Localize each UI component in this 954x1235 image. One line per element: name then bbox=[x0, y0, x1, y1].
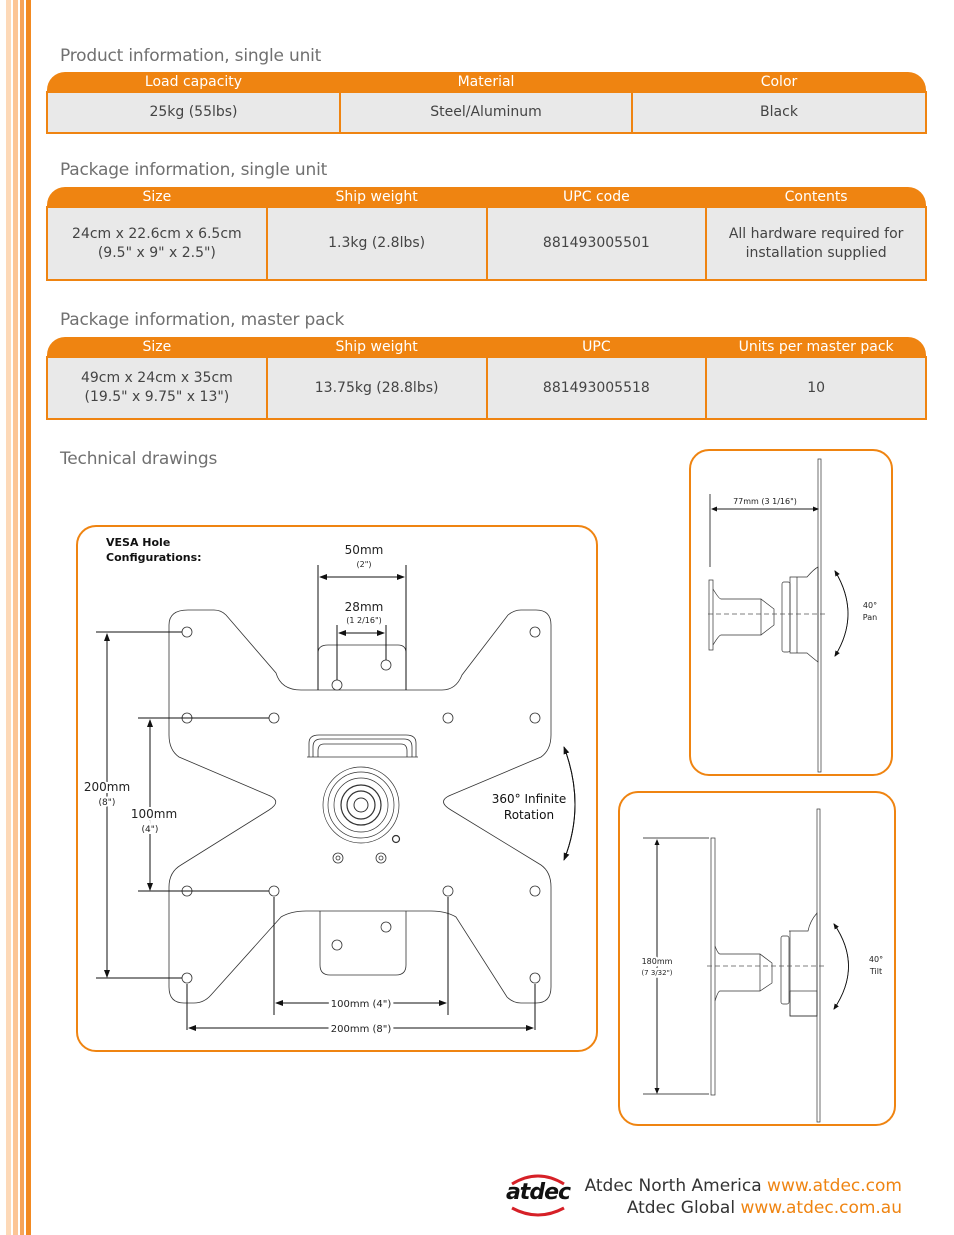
table-cell: All hardware required for installation su… bbox=[705, 206, 927, 281]
footer-north-america: Atdec North America www.atdec.com bbox=[585, 1176, 902, 1196]
table-cell: 10 bbox=[705, 356, 927, 420]
vesa-hole bbox=[268, 712, 280, 724]
dim-label-200mm-h: 200mm (8") bbox=[331, 1024, 392, 1035]
vesa-hole bbox=[181, 972, 193, 984]
vesa-hole bbox=[529, 712, 541, 724]
table-cell: 13.75kg (28.8lbs) bbox=[265, 356, 488, 420]
cell-line: installation supplied bbox=[745, 244, 887, 261]
dim-label-200mm-v-in: (8") bbox=[99, 798, 116, 808]
logo-text: atdec bbox=[505, 1180, 571, 1205]
vesa-heading: VESA Hole bbox=[106, 536, 170, 549]
vesa-hole bbox=[442, 885, 454, 897]
decorative-stripe bbox=[26, 0, 31, 1235]
vesa-hole bbox=[181, 626, 193, 638]
rotation-label: Rotation bbox=[504, 808, 554, 822]
vesa-hole bbox=[529, 972, 541, 984]
footer-label: Atdec North America bbox=[584, 1176, 762, 1196]
table-header: Contents bbox=[706, 187, 926, 207]
dim-label-50mm-in: (2") bbox=[356, 560, 371, 569]
table-cell: Black bbox=[631, 91, 927, 134]
dim-label-28mm: 28mm bbox=[345, 600, 384, 614]
table-header: Ship weight bbox=[266, 187, 487, 207]
footer-link-global[interactable]: www.atdec.com.au bbox=[740, 1198, 902, 1218]
table-header: UPC code bbox=[486, 187, 707, 207]
table-header: Size bbox=[47, 337, 267, 357]
table-cell: 49cm x 24cm x 35cm (19.5" x 9.75" x 13") bbox=[46, 356, 268, 420]
decorative-stripe bbox=[13, 0, 18, 1235]
mount-plate-outline bbox=[168, 609, 552, 1004]
technical-drawings-title: Technical drawings bbox=[60, 449, 218, 469]
dim-label-50mm: 50mm bbox=[345, 543, 384, 557]
dim-label-100mm-v: 100mm bbox=[131, 807, 177, 821]
pan-angle: 40° bbox=[863, 601, 877, 610]
vesa-drawing: VESA Hole Configurations: 50mm (2") 28mm… bbox=[82, 536, 576, 1038]
dim-label-100mm-v-in: (4") bbox=[142, 825, 159, 835]
package-master-table: Size Ship weight UPC Units per master pa… bbox=[46, 337, 927, 420]
table-row: 24cm x 22.6cm x 6.5cm (9.5" x 9" x 2.5") … bbox=[46, 206, 927, 281]
decorative-stripe bbox=[20, 0, 24, 1235]
table-cell: Steel/Aluminum bbox=[339, 91, 633, 134]
decorative-stripe bbox=[6, 0, 11, 1235]
footer-label: Atdec Global bbox=[626, 1198, 736, 1218]
cell-line: (9.5" x 9" x 2.5") bbox=[97, 244, 216, 261]
table-cell: 1.3kg (2.8lbs) bbox=[265, 206, 488, 281]
table-cell: 881493005501 bbox=[485, 206, 708, 281]
product-info-table: Load capacity Material Color 25kg (55lbs… bbox=[46, 72, 927, 134]
table-header: Color bbox=[632, 72, 926, 92]
handle-outline bbox=[307, 734, 418, 758]
vesa-heading: Configurations: bbox=[106, 551, 202, 564]
table-cell: 25kg (55lbs) bbox=[46, 91, 341, 134]
dimension-lines bbox=[643, 837, 849, 1095]
tilt-side-view bbox=[710, 808, 821, 1123]
table-row: 49cm x 24cm x 35cm (19.5" x 9.75" x 13") … bbox=[46, 356, 927, 420]
rotation-label: 360° Infinite bbox=[492, 792, 566, 806]
dimension-lines bbox=[709, 494, 849, 657]
package-single-title: Package information, single unit bbox=[60, 160, 328, 180]
table-header: Size bbox=[47, 187, 267, 207]
vesa-hole bbox=[529, 885, 541, 897]
package-master-title: Package information, master pack bbox=[60, 310, 345, 330]
package-single-table: Size Ship weight UPC code Contents 24cm … bbox=[46, 187, 927, 281]
cell-line: (19.5" x 9.75" x 13") bbox=[84, 389, 230, 405]
dim-label-180mm-in: (7 3/32") bbox=[641, 969, 672, 977]
atdec-logo: atdec bbox=[498, 1170, 578, 1220]
dim-label-77mm: 77mm (3 1/16") bbox=[733, 497, 797, 506]
vesa-holes bbox=[181, 626, 541, 984]
tilt-angle: 40° bbox=[869, 955, 883, 964]
vesa-drawing-panel: VESA Hole Configurations: 50mm (2") 28mm… bbox=[76, 525, 598, 1052]
vesa-hole bbox=[331, 939, 343, 951]
table-header: Material bbox=[340, 72, 632, 92]
top-tab-outline bbox=[317, 644, 407, 690]
vesa-hole bbox=[380, 659, 392, 671]
table-header: Ship weight bbox=[266, 337, 487, 357]
pan-label: Pan bbox=[863, 613, 877, 622]
vesa-hole bbox=[529, 626, 541, 638]
footer-global: Atdec Global www.atdec.com.au bbox=[627, 1198, 902, 1218]
pan-drawing: 77mm (3 1/16") 40° Pan bbox=[708, 458, 877, 773]
table-cell: 24cm x 22.6cm x 6.5cm (9.5" x 9" x 2.5") bbox=[46, 206, 268, 281]
vesa-hole bbox=[442, 712, 454, 724]
vesa-hole bbox=[380, 921, 392, 933]
pan-drawing-panel: 77mm (3 1/16") 40° Pan bbox=[689, 449, 893, 776]
table-header: UPC bbox=[486, 337, 707, 357]
cell-line: All hardware required for bbox=[728, 225, 904, 242]
tilt-drawing-panel: 180mm (7 3/32") 40° Tilt bbox=[618, 791, 896, 1126]
table-cell: 881493005518 bbox=[485, 356, 708, 420]
vesa-hole bbox=[268, 885, 280, 897]
vesa-hole bbox=[331, 679, 343, 691]
rotation-hub bbox=[322, 766, 401, 864]
footer-link-north-america[interactable]: www.atdec.com bbox=[767, 1176, 902, 1196]
dim-label-180mm: 180mm bbox=[642, 957, 673, 966]
table-row: 25kg (55lbs) Steel/Aluminum Black bbox=[46, 91, 927, 134]
tilt-drawing: 180mm (7 3/32") 40° Tilt bbox=[639, 808, 883, 1123]
tilt-label: Tilt bbox=[869, 967, 882, 976]
dim-label-200mm-v: 200mm bbox=[84, 780, 130, 794]
table-header: Units per master pack bbox=[706, 337, 926, 357]
product-info-title: Product information, single unit bbox=[60, 46, 322, 66]
dim-label-28mm-in: (1 2/16") bbox=[346, 616, 382, 625]
table-header: Load capacity bbox=[47, 72, 340, 92]
cell-line: 24cm x 22.6cm x 6.5cm bbox=[72, 225, 242, 242]
cell-line: 49cm x 24cm x 35cm bbox=[80, 370, 233, 386]
dim-label-100mm-h: 100mm (4") bbox=[331, 999, 392, 1010]
